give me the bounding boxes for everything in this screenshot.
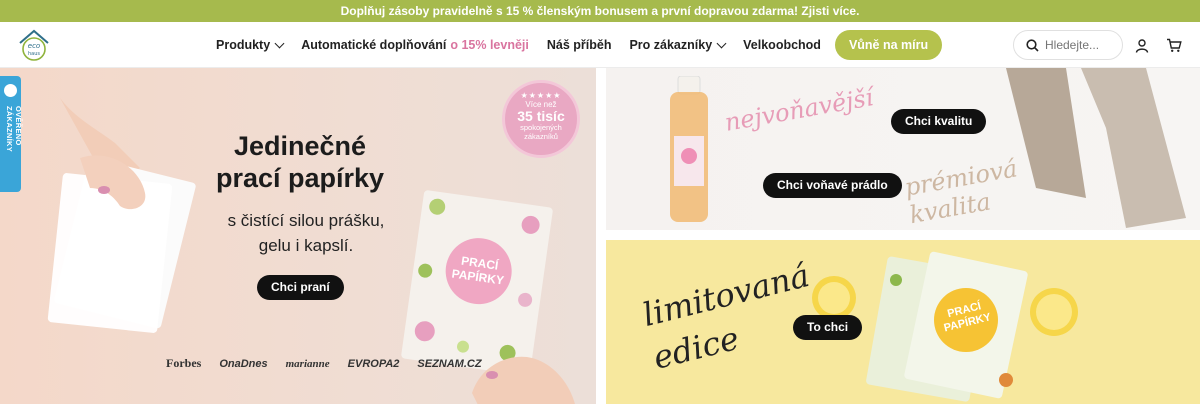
nav-automaticke-doplnovani[interactable]: Automatické doplňování o 15% levněji [301, 38, 529, 52]
badge-count: 35 tisíc [517, 108, 565, 124]
to-chci-button[interactable]: To chci [793, 315, 863, 340]
hero-sub-line1: s čistící silou prášku, [227, 211, 385, 230]
hero-title-line1: Jedinečné [233, 131, 367, 161]
hero-subtitle: s čistící silou prášku, gelu i kapslí. [196, 208, 416, 258]
promo-text[interactable]: Doplňuj zásoby pravidelně s 15 % členský… [341, 4, 860, 18]
eco-haus-logo[interactable]: eco haus [16, 27, 52, 63]
chci-kvalitu-button[interactable]: Chci kvalitu [891, 109, 987, 134]
script-nejvonavejsi: nejvoňavější [722, 83, 876, 137]
nav-pro-zakazniky[interactable]: Pro zákazníky [629, 38, 727, 52]
site-header: eco haus Produkty Automatické doplňování… [0, 22, 1200, 68]
cart-icon[interactable] [1166, 38, 1182, 53]
chevron-down-icon [716, 38, 727, 48]
lemons-and-packs-image [812, 251, 1078, 402]
banner-nejvonavejsi[interactable]: nejvoňavější prémiová kvalita Chci kvali… [606, 68, 1200, 230]
press-onadnes: OnaDnes [219, 357, 268, 370]
press-evropa2: EVROPA2 [347, 357, 400, 370]
chci-vonave-pradlo-button[interactable]: Chci voňavé prádlo [763, 173, 902, 198]
linen-towels-image [1006, 68, 1186, 228]
banner-limitovana-edice[interactable]: limitovaná edice PRACÍ PAPÍRKY To chci [606, 240, 1200, 404]
svg-text:eco: eco [28, 42, 40, 50]
hero-banner-papirky[interactable]: Jedinečné prací papírky s čistící silou … [0, 68, 596, 404]
nav-velkoobchod-label: Velkoobchod [743, 38, 821, 52]
side-tab-label: OVĚŘENO ZÁKAZNÍKY [5, 106, 23, 153]
page-bottom-edge [0, 404, 1200, 414]
main-nav: Produkty Automatické doplňování o 15% le… [216, 22, 943, 68]
press-logos: Forbes OnaDnes marianne EVROPA2 SEZNAM.C… [166, 356, 500, 371]
nav-auto-label: Automatické doplňování [301, 38, 447, 52]
vune-na-miru-button[interactable]: Vůně na míru [834, 30, 943, 60]
user-account-icon[interactable] [1135, 39, 1149, 53]
chci-prani-button[interactable]: Chci praní [257, 275, 344, 300]
promo-bar[interactable]: Doplňuj zásoby pravidelně s 15 % členský… [0, 0, 1200, 22]
nav-zakaznici-label: Pro zákazníky [629, 38, 713, 52]
perfume-bottle-image [670, 76, 708, 222]
nav-pribeh-label: Náš příběh [546, 38, 612, 52]
chevron-down-icon [274, 38, 285, 48]
customers-badge: ★★★★★ Více než 35 tisíc spokojených záka… [502, 80, 580, 158]
nav-velkoobchod[interactable]: Velkoobchod [743, 38, 821, 52]
hand-with-sheets-illustration [47, 98, 196, 333]
nav-nas-pribeh[interactable]: Náš příběh [547, 38, 612, 52]
overeno-zakazniky-tab[interactable]: OVĚŘENO ZÁKAZNÍKY [0, 76, 23, 192]
press-marianne: marianne [285, 357, 330, 370]
nav-produkty-label: Produkty [216, 38, 271, 52]
nav-produkty[interactable]: Produkty [216, 38, 285, 52]
badge-post2: zákazníků [524, 132, 558, 141]
hero-title-line2: prací papírky [215, 163, 385, 193]
hero-sub-line2: gelu i kapslí. [258, 236, 354, 255]
stars-icon: ★★★★★ [520, 91, 562, 100]
verified-badge-icon [4, 84, 17, 97]
search-box[interactable] [1013, 30, 1123, 60]
nav-auto-discount: o 15% levněji [450, 38, 529, 52]
press-forbes: Forbes [166, 356, 202, 370]
search-icon[interactable] [1026, 38, 1039, 52]
badge-post1: spokojených [520, 123, 562, 132]
search-input[interactable] [1045, 38, 1115, 52]
hero-title: Jedinečné prací papírky [200, 130, 400, 194]
press-seznam: SEZNAM.CZ [417, 357, 482, 370]
svg-text:haus: haus [28, 51, 40, 57]
